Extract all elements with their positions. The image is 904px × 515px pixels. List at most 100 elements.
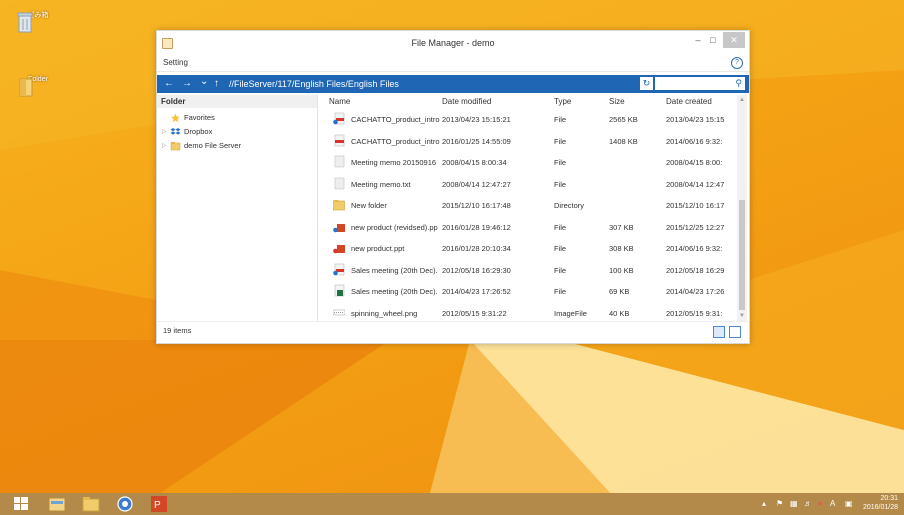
file-name: New folder — [351, 201, 387, 210]
system-clock[interactable]: 20:31 2016/01/28 — [863, 494, 898, 512]
volume-icon[interactable]: ♬ — [804, 499, 812, 508]
folder-icon[interactable] — [80, 494, 102, 514]
file-modified: 2008/04/15 8:00:34 — [442, 158, 507, 167]
file-size: 69 KB — [609, 287, 630, 296]
recycle-bin-shortcut[interactable]: ごみ箱 — [16, 10, 60, 33]
help-icon[interactable]: ? — [731, 57, 743, 69]
file-type: Directory — [554, 201, 585, 210]
file-name: new product.ppt — [351, 244, 405, 253]
file-name: Sales meeting (20th Dec). — [351, 287, 438, 296]
tree-label-dropbox: Dropbox — [184, 127, 213, 136]
scroll-up-arrow-icon[interactable]: ▲ — [737, 97, 747, 103]
windows-start-icon[interactable] — [10, 494, 32, 514]
file-size: 1408 KB — [609, 136, 638, 146]
file-modified: 2012/05/15 9:31:22 — [442, 308, 507, 318]
file-created: 2014/06/16 9:32: — [666, 244, 723, 253]
file-type: File — [554, 244, 567, 253]
file-size: 2565 KB — [609, 115, 638, 124]
folder-icon — [333, 200, 345, 211]
tree-item-favorites[interactable]: Favorites — [157, 111, 317, 125]
scrollbar-thumb[interactable] — [739, 200, 745, 310]
app-tray-icon[interactable]: ● — [818, 499, 823, 508]
search-icon[interactable]: ⚲ — [735, 77, 742, 90]
tree-item-demo-file-server[interactable]: ▷ demo File Server — [157, 139, 317, 153]
file-name: new product (revidsed).pp — [351, 222, 438, 232]
show-hidden-icons-icon[interactable]: ▴ — [762, 499, 766, 508]
file-type: ImageFile — [554, 308, 587, 318]
forward-button[interactable]: → — [182, 77, 192, 91]
file-name: Sales meeting (20th Dec). — [351, 265, 438, 275]
setting-menu[interactable]: Setting — [163, 58, 188, 67]
file-row[interactable]: spinning_wheel.png 2012/05/15 9:31:22 Im… — [321, 302, 737, 322]
file-type: File — [554, 136, 567, 146]
item-count: 19 items — [163, 326, 192, 335]
text-file-icon — [334, 177, 345, 189]
file-row[interactable]: new product (revidsed).pp 2016/01/28 19:… — [321, 216, 737, 238]
file-name: CACHATTO_product_intro — [351, 115, 440, 124]
file-modified: 2012/05/18 16:29:30 — [442, 265, 511, 275]
maximize-button[interactable]: □ — [706, 32, 720, 48]
file-row[interactable]: Meeting memo 20150916 2008/04/15 8:00:34… — [321, 151, 737, 173]
flag-icon[interactable]: ⚑ — [776, 499, 783, 508]
file-name: CACHATTO_product_intro — [351, 136, 440, 146]
file-size: 40 KB — [609, 308, 630, 318]
file-manager-window: File Manager - demo – □ ✕ Setting ? ← → … — [156, 30, 750, 344]
column-date-modified[interactable]: Date modified — [442, 97, 491, 106]
folder-icon — [170, 142, 181, 151]
file-row[interactable]: CACHATTO_product_intro 2016/01/25 14:55:… — [321, 130, 737, 152]
file-modified: 2014/04/23 17:26:52 — [442, 287, 511, 296]
tree-label-demo-file-server: demo File Server — [184, 141, 242, 150]
file-row[interactable]: Sales meeting (20th Dec). 2012/05/18 16:… — [321, 259, 737, 281]
file-created: 2012/05/18 16:29 — [666, 265, 725, 275]
file-row[interactable]: CACHATTO_product_intro 2013/04/23 15:15:… — [321, 108, 737, 130]
title-bar[interactable]: File Manager - demo – □ ✕ — [157, 31, 749, 56]
network-icon[interactable]: ▦ — [790, 499, 798, 508]
file-row[interactable]: Meeting memo.txt 2008/04/14 12:47:27 Fil… — [321, 173, 737, 195]
file-row[interactable]: New folder 2015/12/10 16:17:48 Directory… — [321, 194, 737, 216]
column-name[interactable]: Name — [329, 97, 350, 106]
details-view-icon[interactable] — [713, 326, 725, 338]
excel-icon — [334, 284, 345, 297]
powerpoint-icon[interactable]: P — [148, 494, 170, 514]
keyboard-icon[interactable]: ▣ — [845, 499, 853, 508]
folder-tree-panel: Folder Favorites ▷ Dropbox ▷ demo File S — [157, 95, 318, 321]
file-size: 308 KB — [609, 244, 634, 253]
address-path[interactable]: //FileServer/117/English Files/English F… — [229, 77, 639, 91]
up-button[interactable]: ↑ — [214, 77, 219, 91]
pdf-sync-icon — [333, 263, 345, 275]
refresh-button[interactable]: ↻ — [640, 77, 653, 90]
browser-icon[interactable] — [114, 494, 136, 514]
folder-shortcut[interactable]: Folder — [16, 76, 60, 97]
file-modified: 2015/12/10 16:17:48 — [442, 201, 511, 210]
history-dropdown-icon[interactable]: ⌄ — [200, 75, 208, 89]
file-row[interactable]: Sales meeting (20th Dec). 2014/04/23 17:… — [321, 280, 737, 302]
expand-arrow-icon[interactable]: ▷ — [162, 139, 167, 153]
clock-date: 2016/01/28 — [862, 504, 898, 511]
image-file-icon — [333, 309, 345, 315]
column-type[interactable]: Type — [554, 97, 571, 106]
column-size[interactable]: Size — [609, 97, 625, 106]
clock-time: 20:31 — [880, 495, 898, 502]
ime-indicator[interactable]: A — [830, 499, 835, 508]
file-list: Name Date modified Type Size Date create… — [321, 95, 737, 321]
file-row[interactable]: new product.ppt 2016/01/28 20:10:34 File… — [321, 237, 737, 259]
file-created: 2015/12/10 16:17 — [666, 201, 725, 210]
back-button[interactable]: ← — [164, 77, 174, 91]
close-button[interactable]: ✕ — [723, 32, 745, 48]
menu-bar: Setting ? — [157, 56, 749, 72]
recycle-bin-icon — [17, 12, 33, 33]
file-explorer-icon[interactable] — [46, 494, 68, 514]
text-file-icon — [334, 155, 345, 168]
pdf-icon — [334, 134, 345, 146]
pdf-sync-icon — [333, 112, 345, 125]
vertical-scrollbar[interactable]: ▲ ▼ — [737, 95, 747, 321]
expand-arrow-icon[interactable]: ▷ — [162, 125, 167, 139]
search-input[interactable]: ⚲ — [655, 77, 745, 90]
column-date-created[interactable]: Date created — [666, 97, 712, 106]
file-created: 2008/04/14 12:47 — [666, 179, 725, 189]
tree-item-dropbox[interactable]: ▷ Dropbox — [157, 125, 317, 139]
file-type: File — [554, 287, 567, 296]
scroll-down-arrow-icon[interactable]: ▼ — [737, 313, 747, 319]
list-view-icon[interactable] — [729, 326, 741, 338]
minimize-button[interactable]: – — [691, 32, 705, 48]
